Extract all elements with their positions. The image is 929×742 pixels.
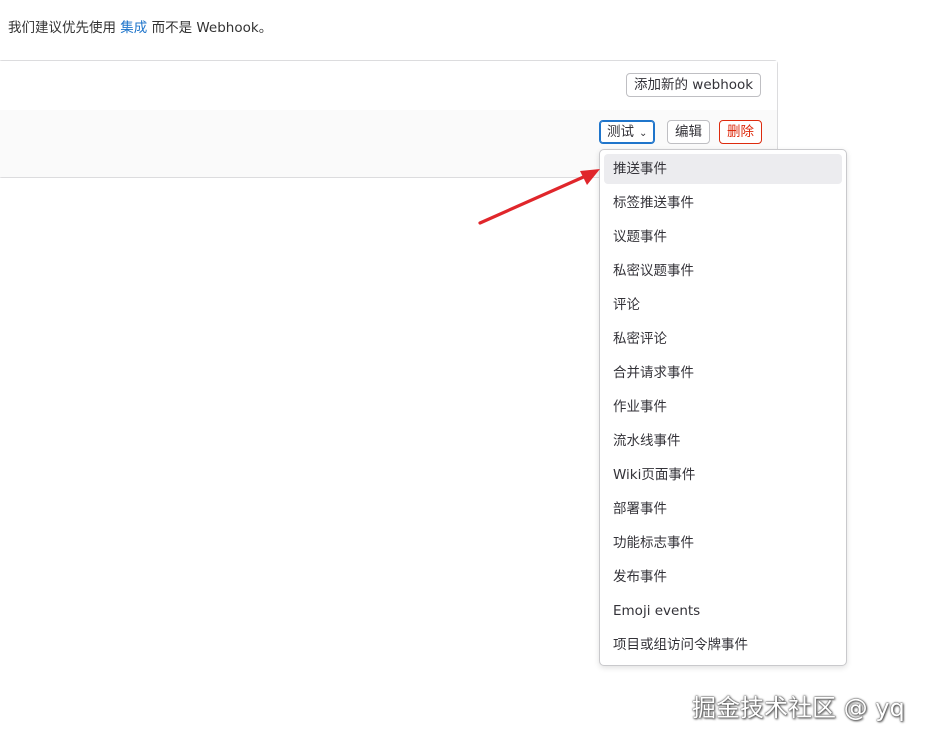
menu-item-emoji-events[interactable]: Emoji events xyxy=(604,596,842,626)
menu-item-comments[interactable]: 评论 xyxy=(604,290,842,320)
edit-button[interactable]: 编辑 xyxy=(667,120,710,144)
delete-button[interactable]: 删除 xyxy=(719,120,762,144)
menu-item-access-token-events[interactable]: 项目或组访问令牌事件 xyxy=(604,630,842,660)
menu-item-wiki-page-events[interactable]: Wiki页面事件 xyxy=(604,460,842,490)
integration-notice: 我们建议优先使用 集成 而不是 Webhook。 xyxy=(8,16,272,36)
menu-item-confidential-issue-events[interactable]: 私密议题事件 xyxy=(604,256,842,286)
menu-item-release-events[interactable]: 发布事件 xyxy=(604,562,842,592)
menu-item-pipeline-events[interactable]: 流水线事件 xyxy=(604,426,842,456)
menu-item-issue-events[interactable]: 议题事件 xyxy=(604,222,842,252)
menu-item-confidential-comments[interactable]: 私密评论 xyxy=(604,324,842,354)
menu-item-tag-push-events[interactable]: 标签推送事件 xyxy=(604,188,842,218)
integrations-link[interactable]: 集成 xyxy=(120,20,147,36)
notice-suffix: 而不是 Webhook。 xyxy=(147,20,273,36)
test-event-dropdown-menu: 推送事件 标签推送事件 议题事件 私密议题事件 评论 私密评论 合并请求事件 作… xyxy=(599,149,847,666)
watermark-text: 掘金技术社区 @ yq xyxy=(692,694,905,722)
menu-item-merge-request-events[interactable]: 合并请求事件 xyxy=(604,358,842,388)
menu-item-job-events[interactable]: 作业事件 xyxy=(604,392,842,422)
notice-prefix: 我们建议优先使用 xyxy=(8,20,121,36)
menu-item-push-events[interactable]: 推送事件 xyxy=(604,154,842,184)
add-webhook-button[interactable]: 添加新的 webhook xyxy=(626,73,762,97)
menu-item-deployment-events[interactable]: 部署事件 xyxy=(604,494,842,524)
chevron-down-icon: ⌄ xyxy=(639,128,648,139)
annotation-arrow xyxy=(478,169,600,225)
test-dropdown-button[interactable]: 测试 ⌄ xyxy=(599,120,656,144)
menu-item-feature-flag-events[interactable]: 功能标志事件 xyxy=(604,528,842,558)
test-button-label: 测试 xyxy=(607,124,634,140)
